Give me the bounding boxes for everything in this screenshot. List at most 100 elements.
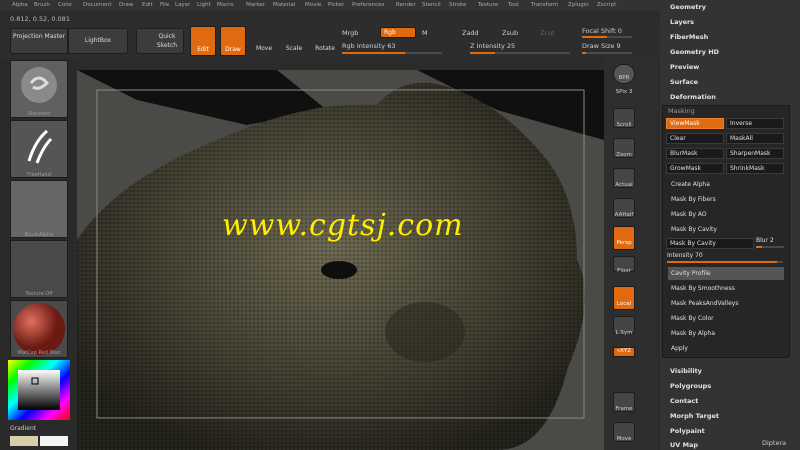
menu-item-render[interactable]: Render bbox=[396, 2, 416, 8]
mask-peaks-valleys-button[interactable]: Mask PeaksAndValleys bbox=[668, 297, 784, 310]
menu-bar: Alpha Brush Color Document Draw Edit File Layer… bbox=[0, 0, 660, 11]
stroke-thumbnail[interactable] bbox=[10, 120, 68, 178]
menu-item-movie[interactable]: Movie bbox=[305, 2, 321, 8]
menu-item-stroke[interactable]: Stroke bbox=[449, 2, 467, 8]
persp-button[interactable] bbox=[613, 226, 635, 250]
z-intensity-track[interactable] bbox=[470, 52, 570, 54]
texture-thumbnail[interactable] bbox=[10, 240, 68, 298]
menu-item-macro[interactable]: Macro bbox=[217, 2, 234, 8]
apply-button[interactable]: Apply bbox=[668, 342, 784, 355]
blur-slider[interactable]: Blur 2 bbox=[756, 237, 774, 244]
edit-button[interactable]: Edit bbox=[190, 26, 216, 56]
focal-shift-track[interactable] bbox=[582, 36, 632, 38]
menu-item-alpha[interactable]: Alpha bbox=[12, 2, 28, 8]
mask-by-ao-button[interactable]: Mask By AO bbox=[668, 208, 784, 221]
intensity-slider[interactable]: Intensity 70 bbox=[667, 252, 703, 259]
projection-master-label: Projection Master bbox=[12, 33, 66, 40]
mask-by-smoothness-button[interactable]: Mask By Smoothness bbox=[668, 282, 784, 295]
menu-item-brush[interactable]: Brush bbox=[34, 2, 50, 8]
rotate-button[interactable]: Rotate bbox=[312, 26, 338, 56]
mask-sharpenmask-button[interactable]: SharpenMask bbox=[726, 148, 784, 159]
mask-by-fibers-button[interactable]: Mask By Fibers bbox=[668, 193, 784, 206]
palette-item-visibility[interactable]: Visibility bbox=[670, 367, 702, 375]
intensity-track[interactable] bbox=[667, 261, 783, 263]
focal-shift-slider[interactable]: Focal Shift 0 bbox=[582, 27, 622, 35]
blur-track[interactable] bbox=[756, 246, 784, 248]
palette-item-surface[interactable]: Surface bbox=[670, 78, 698, 86]
palette-item-geometry-hd[interactable]: Geometry HD bbox=[670, 48, 719, 56]
menu-item-preferences[interactable]: Preferences bbox=[352, 2, 384, 8]
mask-shrinkmask-button[interactable]: ShrinkMask bbox=[726, 163, 784, 174]
palette-item-contact[interactable]: Contact bbox=[670, 397, 698, 405]
menu-item-tool[interactable]: Tool bbox=[508, 2, 519, 8]
menu-item-stencil[interactable]: Stencil bbox=[422, 2, 441, 8]
quick-sketch-button[interactable]: Quick Sketch bbox=[136, 28, 184, 54]
menu-item-zplugin[interactable]: Zplugin bbox=[568, 2, 589, 8]
menu-item-marker[interactable]: Marker bbox=[246, 2, 265, 8]
menu-item-picker[interactable]: Picker bbox=[328, 2, 344, 8]
scale-button[interactable]: Scale bbox=[282, 26, 306, 56]
move-button[interactable]: Move bbox=[252, 26, 276, 56]
palette-item-layers[interactable]: Layers bbox=[670, 18, 694, 26]
mask-inverse-button[interactable]: Inverse bbox=[726, 118, 784, 129]
lightbox-button[interactable]: LightBox bbox=[68, 28, 128, 54]
zcut-toggle[interactable]: Zcut bbox=[540, 29, 555, 37]
spix-slider[interactable]: SPix 3 bbox=[606, 89, 642, 95]
persp-label: Persp bbox=[616, 240, 632, 246]
mask-blurmask-button[interactable]: BlurMask bbox=[666, 148, 724, 159]
menu-item-light[interactable]: Light bbox=[197, 2, 211, 8]
mask-by-alpha-button[interactable]: Mask By Alpha bbox=[668, 327, 784, 340]
bpr-button[interactable] bbox=[613, 64, 635, 84]
cavity-profile-button[interactable]: Cavity Profile bbox=[668, 267, 784, 280]
watermark-text: www.cgtsj.com bbox=[222, 208, 464, 243]
mask-maskall-button[interactable]: MaskAll bbox=[726, 133, 784, 144]
palette-item-polypaint[interactable]: Polypaint bbox=[670, 427, 705, 435]
draw-size-track[interactable] bbox=[582, 52, 632, 54]
rgb-toggle[interactable]: Rgb bbox=[380, 27, 416, 38]
menu-item-color[interactable]: Color bbox=[58, 2, 72, 8]
palette-item-preview[interactable]: Preview bbox=[670, 63, 699, 71]
menu-item-draw[interactable]: Draw bbox=[119, 2, 133, 8]
palette-item-fibermesh[interactable]: FiberMesh bbox=[670, 33, 708, 41]
brush-label: Standard bbox=[27, 111, 51, 117]
local-label: Local bbox=[616, 301, 632, 307]
gradient-label: Gradient bbox=[10, 425, 37, 432]
menu-item-document[interactable]: Document bbox=[83, 2, 112, 8]
create-alpha-button[interactable]: Create Alpha bbox=[668, 178, 784, 191]
menu-item-layer[interactable]: Layer bbox=[175, 2, 190, 8]
menu-item-zscript[interactable]: Zscript bbox=[597, 2, 616, 8]
mask-by-color-button[interactable]: Mask By Color bbox=[668, 312, 784, 325]
zsub-toggle[interactable]: Zsub bbox=[502, 29, 518, 37]
menu-item-transform[interactable]: Transform bbox=[531, 2, 558, 8]
palette-item-polygroups[interactable]: Polygroups bbox=[670, 382, 711, 390]
menu-item-file[interactable]: File bbox=[160, 2, 169, 8]
secondary-color-swatch[interactable] bbox=[10, 436, 38, 446]
z-intensity-slider[interactable]: Z Intensity 25 bbox=[470, 42, 515, 50]
mask-growmask-button[interactable]: GrowMask bbox=[666, 163, 724, 174]
color-picker[interactable] bbox=[8, 360, 70, 420]
zadd-toggle[interactable]: Zadd bbox=[462, 29, 479, 37]
projection-master-button[interactable]: Projection Master bbox=[10, 28, 68, 54]
mask-clear-button[interactable]: Clear bbox=[666, 133, 724, 144]
floor-label: Floor bbox=[617, 268, 631, 274]
mask-viewmask-button[interactable]: ViewMask bbox=[666, 118, 724, 129]
draw-size-slider[interactable]: Draw Size 9 bbox=[582, 42, 621, 50]
rgb-intensity-slider[interactable]: Rgb Intensity 63 bbox=[342, 42, 395, 50]
palette-item-deformation[interactable]: Deformation bbox=[670, 93, 716, 101]
mrgb-toggle[interactable]: Mrgb bbox=[342, 29, 358, 37]
canvas-viewport[interactable]: www.cgtsj.com bbox=[77, 70, 604, 450]
brush-thumbnail[interactable] bbox=[10, 60, 68, 118]
menu-item-material[interactable]: Material bbox=[273, 2, 295, 8]
menu-item-texture[interactable]: Texture bbox=[478, 2, 498, 8]
mask-by-cavity-section[interactable]: Mask By Cavity bbox=[668, 223, 784, 236]
alpha-thumbnail[interactable] bbox=[10, 180, 68, 238]
palette-item-geometry[interactable]: Geometry bbox=[670, 3, 706, 11]
palette-item-morph-target[interactable]: Morph Target bbox=[670, 412, 719, 420]
m-toggle[interactable]: M bbox=[422, 29, 428, 37]
mask-by-cavity-button[interactable]: Mask By Cavity bbox=[666, 238, 754, 249]
draw-button[interactable]: Draw bbox=[220, 26, 246, 56]
rgb-intensity-track[interactable] bbox=[342, 52, 442, 54]
palette-item-uv-map[interactable]: UV Map bbox=[670, 441, 698, 449]
menu-item-edit[interactable]: Edit bbox=[142, 2, 153, 8]
main-color-swatch[interactable] bbox=[40, 436, 68, 446]
